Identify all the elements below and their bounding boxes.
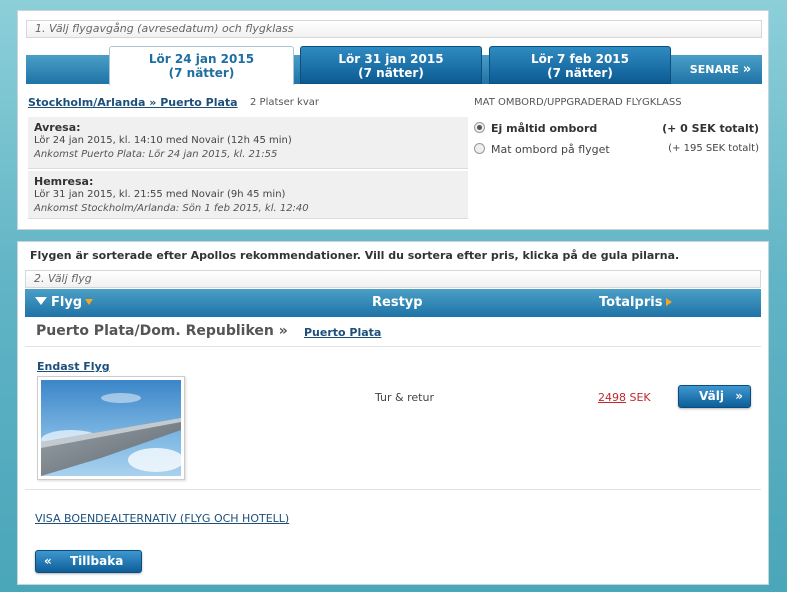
sort-right-arrow-icon[interactable] xyxy=(666,298,673,306)
sort-down-arrow-icon[interactable] xyxy=(85,299,94,305)
select-button-label: Välj xyxy=(699,389,724,403)
header-total[interactable]: Totalpris xyxy=(599,295,673,310)
back-button-label: Tillbaka xyxy=(70,554,124,568)
meal-option-food-price: (+ 195 SEK totalt) xyxy=(668,143,759,154)
tab-date-1-nights: (7 nätter) xyxy=(168,66,235,80)
header-flight[interactable]: Flyg xyxy=(35,295,94,310)
divider xyxy=(25,489,761,490)
list-header: Flyg Restyp Totalpris xyxy=(25,289,761,317)
step-1-label: 1. Välj flygavgång (avresedatum) och fly… xyxy=(26,20,762,38)
offer-price-amount[interactable]: 2498 xyxy=(598,391,626,404)
tab-date-2-nights: (7 nätter) xyxy=(358,66,424,80)
meal-option-food-label: Mat ombord på flyget xyxy=(491,143,610,156)
header-total-label: Totalpris xyxy=(599,295,663,310)
tab-date-1[interactable]: Lör 24 jan 2015 (7 nätter) xyxy=(109,46,294,85)
double-chevron-right-icon: » xyxy=(742,62,752,77)
tab-date-3-date: Lör 7 feb 2015 xyxy=(530,52,630,66)
tab-date-3[interactable]: Lör 7 feb 2015 (7 nätter) xyxy=(489,46,671,84)
later-dates-button[interactable]: SENARE » xyxy=(683,56,758,83)
triangle-down-icon xyxy=(35,297,47,305)
flight-list-panel: Flygen är sorterade efter Apollos rekomm… xyxy=(17,241,769,585)
tab-date-2-date: Lör 31 jan 2015 xyxy=(338,52,444,66)
show-hotel-options-link[interactable]: VISA BOENDEALTERNATIV (FLYG OCH HOTELL) xyxy=(35,512,289,525)
later-label: SENARE xyxy=(689,63,739,76)
meal-heading: MAT OMBORD/UPPGRADERAD FLYGKLASS xyxy=(474,97,682,108)
route-link[interactable]: Stockholm/Arlanda » Puerto Plata xyxy=(28,96,238,109)
destination-link[interactable]: Puerto Plata xyxy=(304,326,381,339)
radio-selected-icon[interactable] xyxy=(474,122,485,133)
offer-trip-type: Tur & retur xyxy=(375,391,434,404)
tab-date-3-nights: (7 nätter) xyxy=(547,66,613,80)
offer-price: 2498 SEK xyxy=(598,391,651,404)
seats-left: 2 Platser kvar xyxy=(250,97,319,108)
header-flight-label: Flyg xyxy=(51,295,83,310)
flight-date-panel: 1. Välj flygavgång (avresedatum) och fly… xyxy=(17,10,769,230)
wing-image xyxy=(41,380,181,476)
offer-title-link[interactable]: Endast Flyg xyxy=(37,360,110,373)
radio-unselected-icon[interactable] xyxy=(474,143,485,154)
outbound-title: Avresa: xyxy=(34,121,81,134)
double-chevron-right-icon: » xyxy=(735,389,743,403)
sort-note: Flygen är sorterade efter Apollos rekomm… xyxy=(30,249,680,262)
select-button[interactable]: Välj » xyxy=(678,385,751,408)
meal-option-none-label: Ej måltid ombord xyxy=(491,122,598,135)
divider xyxy=(25,346,761,347)
meal-option-food[interactable]: Mat ombord på flyget (+ 195 SEK totalt) xyxy=(474,143,759,156)
meal-option-none-price: (+ 0 SEK totalt) xyxy=(662,122,759,135)
outbound-info: Avresa: Lör 24 jan 2015, kl. 14:10 med N… xyxy=(28,117,468,169)
return-arrival: Ankomst Stockholm/Arlanda: Sön 1 feb 201… xyxy=(34,203,309,214)
step-2-label: 2. Välj flyg xyxy=(25,270,761,288)
meal-option-none[interactable]: Ej måltid ombord (+ 0 SEK totalt) xyxy=(474,122,759,135)
return-info: Hemresa: Lör 31 jan 2015, kl. 21:55 med … xyxy=(28,171,468,219)
header-trip-type: Restyp xyxy=(372,295,423,310)
airplane-wing-photo xyxy=(37,376,185,480)
outbound-arrival: Ankomst Puerto Plata: Lör 24 jan 2015, k… xyxy=(34,149,278,160)
destination-title: Puerto Plata/Dom. Republiken » xyxy=(36,323,288,339)
outbound-line: Lör 24 jan 2015, kl. 14:10 med Novair (1… xyxy=(34,135,292,146)
tab-date-2[interactable]: Lör 31 jan 2015 (7 nätter) xyxy=(300,46,482,84)
return-line: Lör 31 jan 2015, kl. 21:55 med Novair (9… xyxy=(34,189,286,200)
back-button[interactable]: « Tillbaka xyxy=(35,550,142,573)
tab-date-1-date: Lör 24 jan 2015 xyxy=(148,52,255,66)
offer-price-currency: SEK xyxy=(629,391,651,404)
return-title: Hemresa: xyxy=(34,175,94,188)
double-chevron-left-icon: « xyxy=(44,554,52,568)
